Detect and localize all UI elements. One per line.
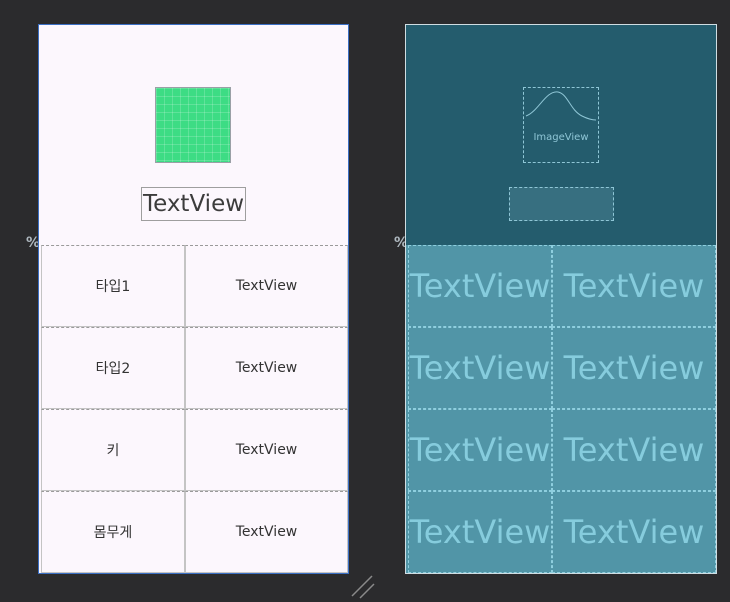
table-row: TextView TextView [406,409,716,491]
image-placeholder-curve-icon [525,91,597,121]
table-row: 타입1 TextView [39,245,348,327]
header-area: TextView [39,25,348,245]
textview-placeholder[interactable]: TextView [408,491,552,573]
table-row: TextView TextView [406,491,716,573]
design-surface[interactable]: TextView 타입1 TextView 타입2 TextView 키 Tex… [38,24,349,574]
table-row: TextView TextView [406,327,716,409]
table-row: 몸무게 TextView [39,491,348,573]
row-label-weight[interactable]: 몸무게 [41,491,185,573]
row-label-type2[interactable]: 타입2 [41,327,185,409]
row-value-type1[interactable]: TextView [185,245,348,327]
title-textview[interactable]: TextView [141,187,246,221]
table-row: TextView TextView [406,245,716,327]
textview-placeholder[interactable]: TextView [552,491,716,573]
row-value-type2[interactable]: TextView [185,327,348,409]
imageview-placeholder[interactable]: ImageView [523,87,599,163]
row-label-type1[interactable]: 타입1 [41,245,185,327]
row-value-weight[interactable]: TextView [185,491,348,573]
android-image-view[interactable] [155,87,231,163]
imageview-label: ImageView [533,132,589,143]
table-row: 키 TextView [39,409,348,491]
textview-placeholder[interactable]: TextView [552,409,716,491]
row-value-height[interactable]: TextView [185,409,348,491]
table-row: 타입2 TextView [39,327,348,409]
textview-placeholder[interactable]: TextView [408,327,552,409]
blueprint-surface[interactable]: ImageView TextView TextView TextView Tex… [405,24,717,574]
textview-placeholder[interactable]: TextView [408,245,552,327]
textview-placeholder[interactable]: TextView [552,245,716,327]
table-layout-placeholder: TextView TextView TextView TextView Text… [406,245,716,573]
textview-placeholder[interactable]: TextView [552,327,716,409]
title-textview-placeholder[interactable] [509,187,614,221]
row-label-height[interactable]: 키 [41,409,185,491]
textview-placeholder[interactable]: TextView [408,409,552,491]
resize-handle-icon[interactable] [350,574,376,600]
